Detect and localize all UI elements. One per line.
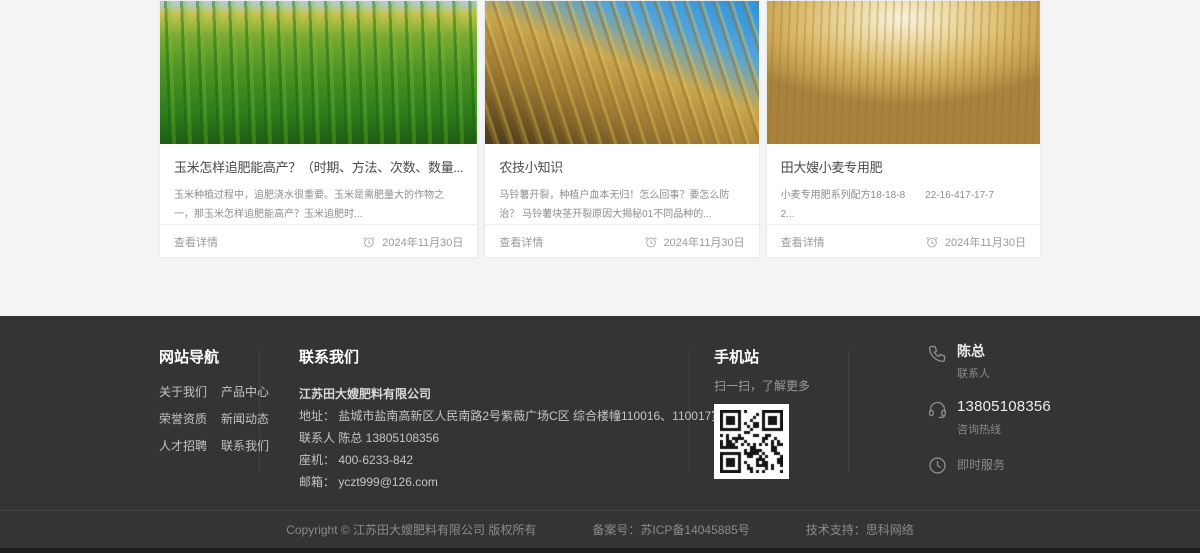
card-date: 2024年11月30日 (664, 234, 745, 250)
card-excerpt: 小麦专用肥系列配方18-18-8 22-16-417-17-7 2... (781, 186, 1026, 224)
quick-person-label: 联系人 (957, 365, 990, 381)
mobile-site-subtitle: 扫一扫，了解更多 (714, 377, 810, 394)
email-address: 邮箱： yczt999@126.com (299, 471, 699, 493)
footer-link-honors[interactable]: 荣誉资质 (159, 410, 207, 427)
quick-instant-service: 即时服务 (927, 454, 1077, 476)
footer-nav-links: 关于我们 产品中心 荣誉资质 新闻动态 人才招聘 联系我们 (159, 383, 269, 454)
footer-nav-title: 网站导航 (159, 346, 269, 367)
card-footer: 查看详情 2024年11月30日 (485, 224, 758, 258)
footer-contact-title: 联系我们 (299, 346, 699, 367)
corn-field-image (160, 1, 477, 144)
footer-link-contact[interactable]: 联系我们 (221, 437, 269, 454)
card-excerpt: 玉米种植过程中，追肥浇水很重要。玉米是需肥量大的作物之一，那玉米怎样追肥能高产？… (174, 186, 463, 224)
footer-divider (848, 350, 849, 472)
landline-number: 座机： 400-6233-842 (299, 449, 699, 471)
card-date: 2024年11月30日 (382, 234, 463, 250)
clock-icon (927, 455, 948, 476)
footer-contact-column: 联系我们 江苏田大嫂肥料有限公司 地址： 盐城市盐南高新区人民南路2号紫薇广场C… (299, 346, 699, 493)
card-title: 农技小知识 (499, 157, 744, 176)
card-title: 玉米怎样追肥能高产？（时期、方法、次数、数量... (174, 157, 463, 176)
copyright-bar: Copyright © 江苏田大嫂肥料有限公司 版权所有 备案号：苏ICP备14… (0, 510, 1200, 548)
mobile-site-title: 手机站 (714, 346, 810, 367)
company-name: 江苏田大嫂肥料有限公司 (299, 383, 699, 405)
alarm-clock-icon (362, 235, 376, 249)
card-body: 农技小知识 马铃薯开裂，种植户血本无归！怎么回事？要怎么防治？ 马铃薯块茎开裂原… (485, 144, 758, 224)
footer-divider (689, 350, 690, 472)
qr-code (714, 404, 789, 479)
card-date: 2024年11月30日 (945, 234, 1026, 250)
footer-link-news[interactable]: 新闻动态 (221, 410, 269, 427)
page: 玉米怎样追肥能高产？（时期、方法、次数、数量... 玉米种植过程中，追肥浇水很重… (0, 0, 1200, 553)
view-details-link[interactable]: 查看详情 (781, 234, 825, 250)
footer-link-careers[interactable]: 人才招聘 (159, 437, 207, 454)
qr-code-image (720, 410, 783, 473)
bottom-strip (0, 548, 1200, 553)
company-address: 地址： 盐城市盐南高新区人民南路2号紫薇广场C区 综合楼幢110016、1100… (299, 405, 699, 427)
news-card-wheat[interactable]: 田大嫂小麦专用肥 小麦专用肥系列配方18-18-8 22-16-417-17-7… (766, 0, 1041, 258)
site-footer: 网站导航 关于我们 产品中心 荣誉资质 新闻动态 人才招聘 联系我们 联系我们 … (0, 316, 1200, 510)
news-section: 玉米怎样追肥能高产？（时期、方法、次数、数量... 玉米种植过程中，追肥浇水很重… (0, 0, 1200, 316)
news-card-list: 玉米怎样追肥能高产？（时期、方法、次数、数量... 玉米种植过程中，追肥浇水很重… (159, 0, 1041, 258)
quick-service-label: 即时服务 (957, 456, 1005, 474)
contact-person: 联系人 陈总 13805108356 (299, 427, 699, 449)
news-card-rice[interactable]: 农技小知识 马铃薯开裂，种植户血本无归！怎么回事？要怎么防治？ 马铃薯块茎开裂原… (484, 0, 759, 258)
news-card-corn[interactable]: 玉米怎样追肥能高产？（时期、方法、次数、数量... 玉米种植过程中，追肥浇水很重… (159, 0, 478, 258)
date-wrap: 2024年11月30日 (644, 234, 745, 250)
date-wrap: 2024年11月30日 (925, 234, 1026, 250)
wheat-field-image (767, 1, 1040, 144)
copyright-text: Copyright © 江苏田大嫂肥料有限公司 版权所有 (286, 521, 536, 538)
view-details-link[interactable]: 查看详情 (174, 234, 218, 250)
date-wrap: 2024年11月30日 (362, 234, 463, 250)
phone-icon (927, 343, 948, 364)
footer-link-about[interactable]: 关于我们 (159, 383, 207, 400)
quick-hotline-label: 咨询热线 (957, 421, 1051, 437)
quick-hotline-number: 13805108356 (957, 398, 1051, 416)
card-title: 田大嫂小麦专用肥 (781, 157, 1026, 176)
alarm-clock-icon (925, 235, 939, 249)
alarm-clock-icon (644, 235, 658, 249)
quick-hotline: 13805108356 咨询热线 (927, 398, 1077, 437)
card-footer: 查看详情 2024年11月30日 (160, 224, 477, 258)
card-body: 玉米怎样追肥能高产？（时期、方法、次数、数量... 玉米种植过程中，追肥浇水很重… (160, 144, 477, 224)
footer-divider (259, 350, 260, 472)
quick-person-name: 陈总 (957, 342, 990, 360)
footer-link-products[interactable]: 产品中心 (221, 383, 269, 400)
headset-icon (927, 399, 948, 420)
icp-record-number: 备案号：苏ICP备14045885号 (592, 521, 749, 538)
tech-support-credit: 技术支持：思科网络 (806, 521, 914, 538)
footer-quick-contact-column: 陈总 联系人 13805108356 咨询热线 即时服务 (927, 342, 1077, 476)
card-body: 田大嫂小麦专用肥 小麦专用肥系列配方18-18-8 22-16-417-17-7… (767, 144, 1040, 224)
rice-field-image (485, 1, 758, 144)
view-details-link[interactable]: 查看详情 (499, 234, 543, 250)
footer-mobile-column: 手机站 扫一扫，了解更多 (714, 346, 810, 479)
footer-nav-column: 网站导航 关于我们 产品中心 荣誉资质 新闻动态 人才招聘 联系我们 (159, 346, 269, 454)
card-footer: 查看详情 2024年11月30日 (767, 224, 1040, 258)
quick-contact-person: 陈总 联系人 (927, 342, 1077, 381)
card-excerpt: 马铃薯开裂，种植户血本无归！怎么回事？要怎么防治？ 马铃薯块茎开裂原因大揭秘01… (499, 186, 744, 224)
